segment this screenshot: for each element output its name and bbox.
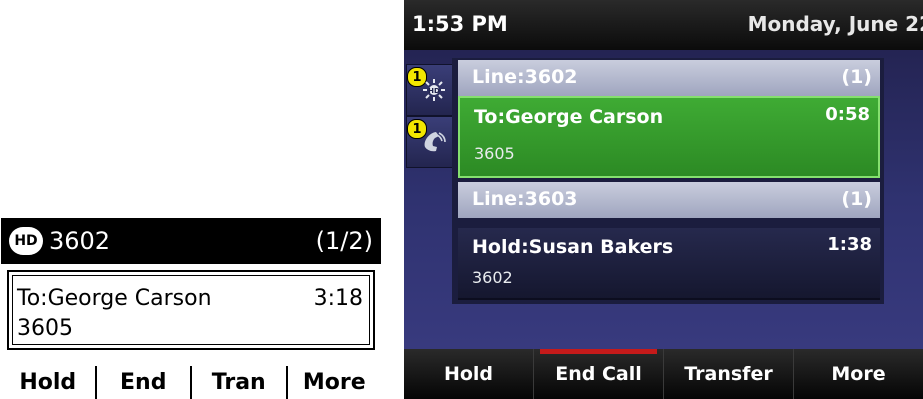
status-time: 1:53 PM <box>412 12 508 36</box>
line-label: Line:3602 <box>472 66 578 88</box>
softkey-bar: Hold End Call Transfer More <box>404 349 923 399</box>
mono-call-count: (1/2) <box>315 227 373 255</box>
line-header-3602[interactable]: Line:3602 (1) <box>458 60 880 96</box>
line-header-3603[interactable]: Line:3603 (1) <box>458 182 880 218</box>
mono-phone-display: HD 3602 (1/2) To:George Carson 3:18 3605… <box>1 218 381 399</box>
call-number: 3605 <box>474 144 515 163</box>
line-key-3603[interactable]: 1 <box>406 116 454 168</box>
more-softkey[interactable]: More <box>793 349 923 399</box>
call-list-panel: Line:3602 (1) To:George Carson 0:58 3605… <box>452 58 884 304</box>
mono-call-number: 3605 <box>17 316 73 341</box>
mono-end-softkey[interactable]: End <box>94 366 191 399</box>
mono-hold-softkey[interactable]: Hold <box>1 366 95 399</box>
calls-area: 1 HD 1 Line:3602 (1) To:George Carson 0:… <box>404 50 923 349</box>
color-phone-display: 1:53 PM Monday, June 22 1 HD 1 Line:3602… <box>404 0 923 399</box>
mono-call-duration: 3:18 <box>313 286 363 311</box>
mono-transfer-softkey[interactable]: Tran <box>190 366 286 399</box>
hd-icon: HD <box>9 227 43 255</box>
active-call-row[interactable]: To:George Carson 0:58 3605 <box>458 96 880 178</box>
line-call-count: (1) <box>841 188 872 210</box>
line-key-3602[interactable]: 1 HD <box>406 64 454 116</box>
call-duration: 0:58 <box>825 104 870 125</box>
end-call-softkey[interactable]: End Call <box>533 349 663 399</box>
call-number: 3602 <box>472 268 513 287</box>
call-party-name: Hold:Susan Bakers <box>472 236 674 258</box>
status-date: Monday, June 22 <box>747 12 923 36</box>
line-call-count: (1) <box>841 66 872 88</box>
mono-line-header: HD 3602 (1/2) <box>1 218 381 264</box>
hold-softkey[interactable]: Hold <box>404 349 533 399</box>
line-keys-column: 1 HD 1 <box>404 50 454 349</box>
line-label: Line:3603 <box>472 188 578 210</box>
mono-line-number: 3602 <box>49 227 111 255</box>
held-call-row[interactable]: Hold:Susan Bakers 1:38 3602 <box>458 228 880 300</box>
mono-more-softkey[interactable]: More <box>285 366 382 399</box>
svg-text:HD: HD <box>428 87 440 95</box>
call-party-name: To:George Carson <box>474 106 664 128</box>
call-duration: 1:38 <box>827 234 872 255</box>
transfer-softkey[interactable]: Transfer <box>663 349 793 399</box>
mono-call-frame: To:George Carson 3:18 3605 <box>12 275 370 345</box>
status-bar: 1:53 PM Monday, June 22 <box>404 0 923 50</box>
hd-phone-icon: HD <box>421 77 447 103</box>
mono-active-call[interactable]: To:George Carson 3:18 3605 <box>7 270 375 350</box>
mono-softkey-bar: Hold End Tran More <box>1 366 381 399</box>
handset-icon <box>421 129 447 155</box>
mono-call-party: To:George Carson <box>17 286 212 311</box>
